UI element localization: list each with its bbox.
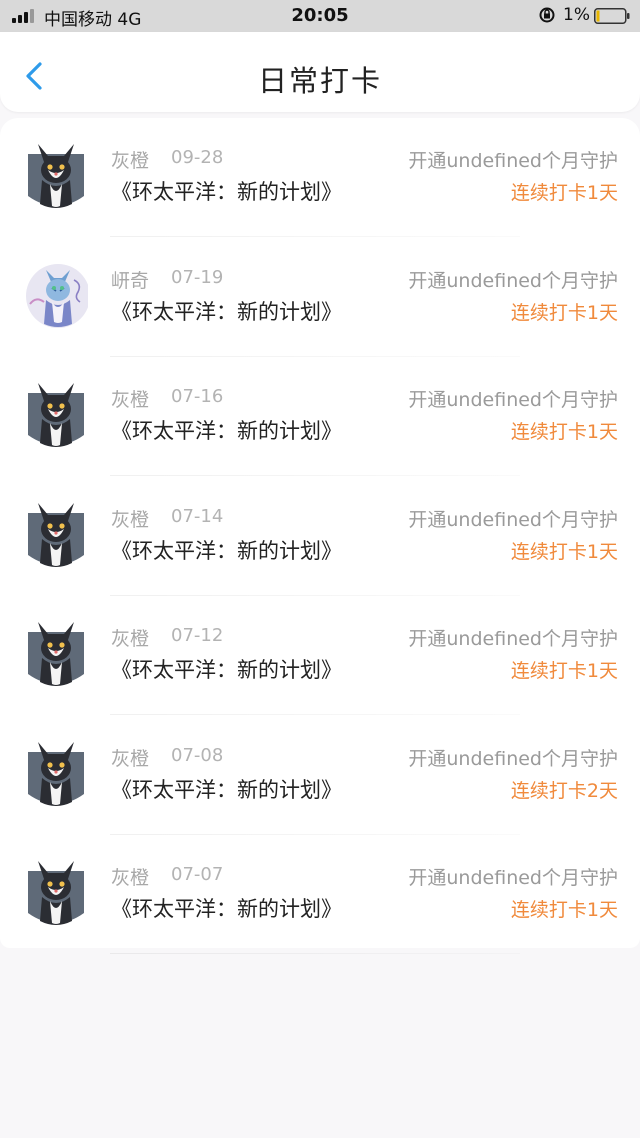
checkin-row[interactable]: 灰橙 09-28 开通undefined个月守护《环太平洋：新的计划》 连续打卡1天 [0,118,640,237]
avatar[interactable] [24,738,88,810]
checkin-row[interactable]: 灰橙 07-07 开通undefined个月守护《环太平洋：新的计划》 连续打卡1天 [0,835,640,954]
work-title: 《环太平洋：新的计划》 [111,538,342,563]
user-name: 灰橙 [111,389,150,411]
checkin-date: 07-16 [171,386,224,407]
nav-bar: 日常打卡 [0,32,640,112]
checkin-row[interactable]: 岍奇 07-19 开通undefined个月守护《环太平洋：新的计划》 连续打卡1天 [0,238,640,357]
status-bar: 中国移动 4G 20:05 1% [0,0,640,32]
checkin-date: 07-12 [171,625,224,646]
checkin-date: 07-14 [171,505,224,527]
checkin-row[interactable]: 灰橙 07-08 开通undefined个月守护《环太平洋：新的计划》 连续打卡2天 [0,716,640,835]
checkin-date: 07-08 [171,744,224,766]
checkin-row[interactable]: 灰橙 07-14 开通undefined个月守护《环太平洋：新的计划》 连续打卡1天 [0,477,640,596]
streak-badge: 连续打卡1天 [510,182,618,204]
checkin-date: 09-28 [171,147,224,168]
avatar[interactable] [24,499,88,571]
checkin-list: 灰橙 09-28 开通undefined个月守护 《环太平洋：新的计划》 连续打卡1天 … [0,118,640,954]
avatar[interactable] [24,379,88,451]
checkin-row[interactable]: 灰橙 07-12 开通undefined个月守护《环太平洋：新的计划》 连续打卡1天 [0,596,640,715]
battery-icon [594,8,630,24]
guard-status: 开通undefined个月守护 [408,628,618,650]
avatar[interactable] [24,260,90,332]
page-title: 日常打卡 [257,64,382,98]
guard-status: 开通undefined个月守护 [408,508,618,531]
work-title: 《环太平洋：新的计划》 [111,180,342,204]
work-title: 《环太平洋：新的计划》 [111,299,342,324]
battery-percent: 1% [563,5,590,25]
user-name: 灰橙 [111,150,150,172]
streak-badge: 连续打卡1天 [510,899,618,921]
guard-status: 开通undefined个月守护 [408,269,618,292]
guard-status: 开通undefined个月守护 [408,747,618,770]
checkin-date: 07-07 [171,864,224,885]
streak-badge: 连续打卡1天 [510,660,618,682]
checkin-date: 07-19 [171,266,224,288]
rotation-lock-icon [539,7,555,23]
user-name: 灰橙 [111,867,150,889]
avatar[interactable] [24,140,88,212]
checkin-row[interactable]: 灰橙 07-16 开通undefined个月守护《环太平洋：新的计划》 连续打卡1天 [0,357,640,476]
row-divider [110,953,520,954]
user-name: 灰橙 [111,747,150,770]
guard-status: 开通undefined个月守护 [408,867,618,889]
avatar[interactable] [24,857,88,929]
work-title: 《环太平洋：新的计划》 [111,897,342,921]
work-title: 《环太平洋：新的计划》 [111,777,342,802]
guard-status: 开通undefined个月守护 [408,389,618,411]
user-name: 岍奇 [111,269,150,292]
streak-badge: 连续打卡1天 [510,301,618,324]
user-name: 灰橙 [111,628,150,650]
streak-badge: 连续打卡2天 [510,779,618,802]
work-title: 《环太平洋：新的计划》 [111,658,342,682]
guard-status: 开通undefined个月守护 [408,150,618,172]
streak-badge: 连续打卡1天 [510,421,618,443]
user-name: 灰橙 [111,508,150,531]
avatar[interactable] [24,618,88,690]
streak-badge: 连续打卡1天 [510,540,618,563]
work-title: 《环太平洋：新的计划》 [111,419,342,443]
